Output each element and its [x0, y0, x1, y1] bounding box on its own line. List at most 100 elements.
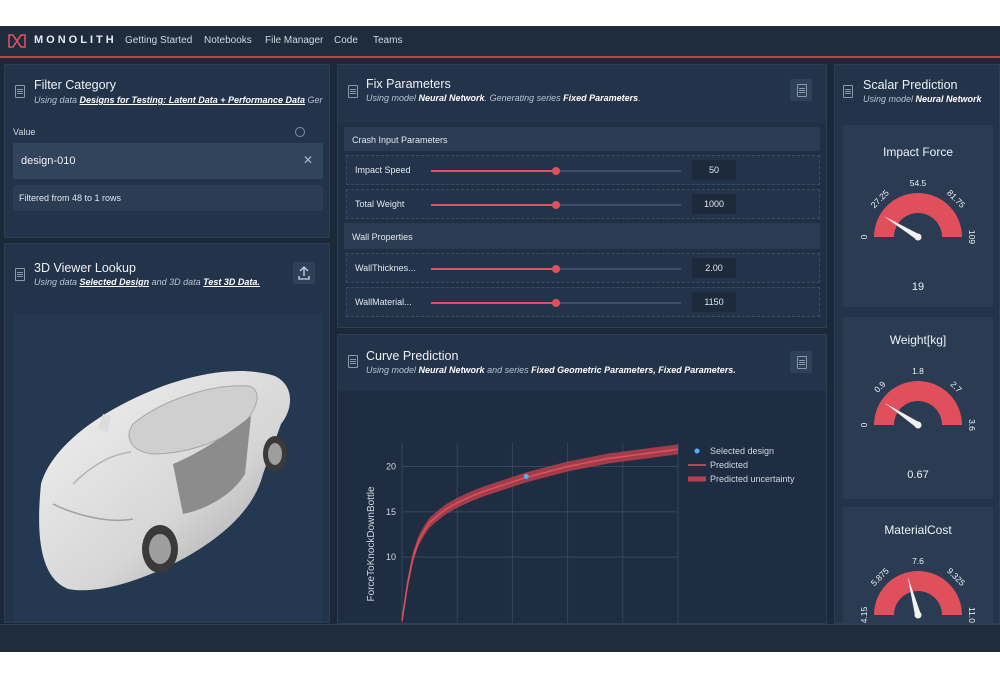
section-header: Wall Properties	[344, 223, 820, 249]
gauge-title: Impact Force	[882, 145, 954, 159]
panel-title: Curve Prediction	[366, 349, 459, 363]
model-name: Neural Network	[915, 94, 982, 104]
nav-code[interactable]: Code	[334, 35, 358, 46]
viewer-panel: 3D Viewer Lookup Using data Selected Des…	[4, 243, 330, 623]
slider-wall-material[interactable]: WallMaterial... 1150	[346, 287, 820, 317]
series-name-2: Fixed Parameters.	[658, 365, 736, 375]
data-3d-link[interactable]: Test 3D Data.	[203, 277, 260, 287]
app-window: MONOLITH Getting Started Notebooks File …	[0, 26, 1000, 652]
y-tick-label: 15	[386, 507, 396, 517]
nav-getting-started[interactable]: Getting Started	[125, 35, 192, 46]
legend-swatch-selected	[694, 448, 700, 454]
gauge-card-material-cost: MaterialCost 4.15 5.875 7.6 9.325 11.0	[843, 507, 993, 623]
subtitle-prefix: Using model	[366, 93, 417, 103]
gauge-needle-hub	[914, 233, 922, 241]
gauge-tick-label: 0.9	[872, 379, 888, 395]
chart-area[interactable]: 10 15 20 ForceToKnockDownBottle Selected des…	[338, 391, 827, 624]
section-label-wall: Wall Properties	[352, 232, 413, 242]
slider-handle[interactable]	[552, 299, 560, 307]
gauge-value: 0.67	[907, 469, 929, 481]
gauge-card-weight: Weight[kg] 0 0.9 1.8 2.7 3.6 0.67	[843, 317, 993, 499]
3d-viewport[interactable]	[13, 314, 323, 622]
filter-status: Filtered from 48 to 1 rows	[19, 193, 122, 203]
slider-fill	[431, 302, 556, 304]
slider-track[interactable]	[431, 167, 681, 175]
gauge-value: 19	[911, 281, 925, 293]
brand-name: MONOLITH	[34, 34, 117, 46]
y-axis-label: ForceToKnockDownBottle	[366, 486, 377, 601]
gauge-weight: 0 0.9 1.8 2.7 3.6	[859, 366, 977, 431]
subtitle-suffix: Ger	[307, 95, 323, 105]
document-icon[interactable]	[348, 355, 358, 368]
value-label: Value	[13, 127, 36, 137]
subtitle-mid: and 3D data	[151, 277, 201, 287]
subtitle-prefix: Using model	[366, 365, 417, 375]
gauge-arc	[874, 193, 962, 237]
subtitle-mid: and series	[487, 365, 529, 375]
series-name: Fixed Geometric Parameters,	[531, 365, 656, 375]
panel-subtitle: Using model Neural Network. Generating s…	[366, 93, 641, 103]
document-icon	[797, 84, 807, 97]
fix-parameters-body: Crash Input Parameters Impact Speed 50 T…	[338, 123, 826, 327]
slider-label: Impact Speed	[355, 165, 411, 175]
value-input-text: design-010	[21, 155, 76, 167]
slider-handle[interactable]	[552, 265, 560, 273]
scalar-prediction-panel: Scalar Prediction Using model Neural Net…	[834, 64, 1000, 624]
section-label-crash: Crash Input Parameters	[352, 135, 448, 145]
gauge-arc	[874, 381, 962, 425]
nav-teams[interactable]: Teams	[373, 35, 402, 46]
value-input[interactable]: design-010 ✕	[13, 143, 323, 179]
nav-file-manager[interactable]: File Manager	[265, 35, 323, 46]
gauge-tick-label: 11.0	[967, 607, 977, 623]
subtitle-prefix: Using model	[863, 94, 914, 104]
slider-value[interactable]: 2.00	[692, 258, 736, 278]
upload-button[interactable]	[293, 262, 315, 284]
panel-subtitle: Using model Neural Network	[863, 94, 982, 104]
info-icon[interactable]	[295, 127, 305, 137]
slider-track[interactable]	[431, 201, 681, 209]
data-source-link[interactable]: Selected Design	[80, 277, 150, 287]
gauge-card-impact-force: Impact Force 0 27.25 54.5 81.75 109 19	[843, 125, 993, 307]
panel-title: Scalar Prediction	[863, 78, 958, 92]
data-source-link[interactable]: Designs for Testing: Latent Data + Perfo…	[80, 95, 305, 105]
model-name: Neural Network	[418, 365, 485, 375]
y-tick-label: 10	[386, 552, 396, 562]
document-icon[interactable]	[348, 85, 358, 98]
slider-fill	[431, 204, 556, 206]
upload-icon	[298, 266, 310, 280]
uncertainty-band	[402, 444, 678, 623]
legend-label-uncertainty: Predicted uncertainty	[710, 474, 795, 484]
curve-chart[interactable]: 10 15 20 ForceToKnockDownBottle Selected des…	[338, 391, 827, 624]
legend-label-predicted: Predicted	[710, 460, 748, 470]
slider-total-weight[interactable]: Total Weight 1000	[346, 189, 820, 219]
slider-value[interactable]: 1150	[692, 292, 736, 312]
gauge-tick-label: 3.6	[967, 419, 977, 431]
slider-track[interactable]	[431, 299, 681, 307]
slider-value[interactable]: 50	[692, 160, 736, 180]
notebook-button[interactable]	[790, 79, 812, 101]
nav-notebooks[interactable]: Notebooks	[204, 35, 252, 46]
document-icon[interactable]	[15, 85, 25, 98]
notebook-button[interactable]	[790, 351, 812, 373]
clear-icon[interactable]: ✕	[303, 153, 313, 167]
panel-title: Fix Parameters	[366, 77, 451, 91]
slider-impact-speed[interactable]: Impact Speed 50	[346, 155, 820, 185]
document-icon[interactable]	[843, 85, 853, 98]
slider-fill	[431, 170, 556, 172]
panel-subtitle: Using data Designs for Testing: Latent D…	[34, 95, 323, 105]
gauge-needle-hub	[914, 611, 922, 619]
slider-value[interactable]: 1000	[692, 194, 736, 214]
gauge-tick-label: 1.8	[912, 366, 924, 376]
subtitle-end: .	[638, 93, 641, 103]
slider-handle[interactable]	[552, 201, 560, 209]
legend-label-selected: Selected design	[710, 446, 774, 456]
y-tick-label: 20	[386, 462, 396, 472]
filter-category-panel: Filter Category Using data Designs for T…	[4, 64, 330, 238]
gauge-tick-label: 0	[859, 422, 869, 427]
document-icon[interactable]	[15, 268, 25, 281]
slider-wall-thickness[interactable]: WallThicknes... 2.00	[346, 253, 820, 283]
subtitle-mid: . Generating series	[484, 93, 561, 103]
slider-track[interactable]	[431, 265, 681, 273]
filter-body: Value design-010 ✕ Filtered from 48 to 1…	[5, 117, 329, 237]
slider-handle[interactable]	[552, 167, 560, 175]
